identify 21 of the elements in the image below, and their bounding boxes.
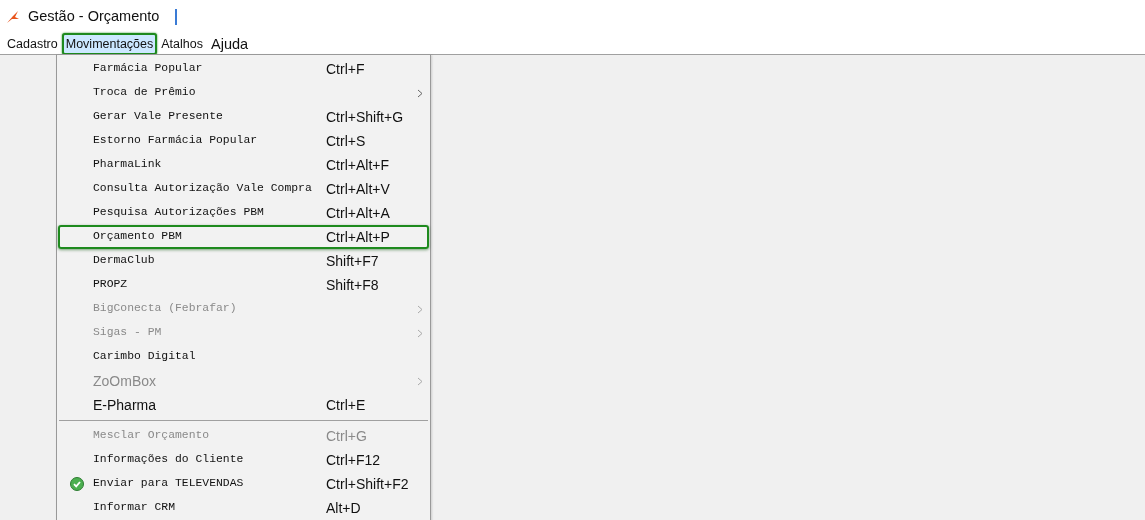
menu-bar-item[interactable]: Movimentações bbox=[61, 32, 158, 55]
menu-bar-item[interactable]: Ajuda bbox=[207, 32, 253, 55]
menu-item[interactable]: Informações do Cliente Ctrl+F12 bbox=[58, 448, 429, 472]
menu-item[interactable]: Pesquisa Autorizações PBM Ctrl+Alt+A bbox=[58, 201, 429, 225]
menu-item[interactable]: PROPZ Shift+F8 bbox=[58, 273, 429, 297]
window-title: Gestão - Orçamento bbox=[28, 6, 160, 26]
menu-item[interactable]: Carimbo Digital bbox=[58, 345, 429, 369]
menu-item[interactable]: Informar CRM Alt+D bbox=[58, 496, 429, 520]
menu-item[interactable]: Estorno Farmácia Popular Ctrl+S bbox=[58, 129, 429, 153]
menu-item[interactable]: Consulta Autorização Vale Compra Ctrl+Alt+V bbox=[58, 177, 429, 201]
menu-item[interactable]: Troca de Prêmio bbox=[58, 81, 429, 105]
menu-item[interactable]: Gerar Vale Presente Ctrl+Shift+G bbox=[58, 105, 429, 129]
menu-item[interactable]: Enviar para TELEVENDAS Ctrl+Shift+F2 bbox=[58, 472, 429, 496]
menu-item[interactable]: Orçamento PBM Ctrl+Alt+P bbox=[58, 225, 429, 249]
menu-item[interactable]: Farmácia Popular Ctrl+F bbox=[58, 57, 429, 81]
menu-bar-item[interactable]: Atalhos bbox=[157, 32, 207, 55]
text-cursor bbox=[175, 8, 177, 25]
menu-item[interactable]: PharmaLink Ctrl+Alt+F bbox=[58, 153, 429, 177]
menu-item[interactable]: DermaClub Shift+F7 bbox=[58, 249, 429, 273]
menu-bar-item[interactable]: Cadastro bbox=[3, 32, 62, 55]
menu-item[interactable]: E-Pharma Ctrl+E bbox=[58, 393, 429, 417]
